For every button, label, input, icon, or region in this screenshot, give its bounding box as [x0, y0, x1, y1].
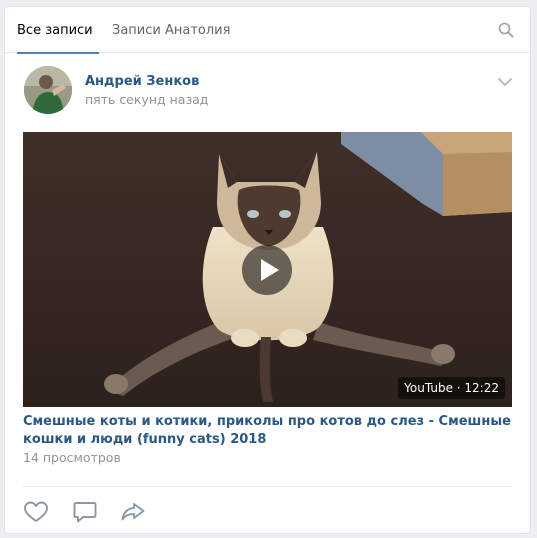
share-arrow-icon[interactable]	[120, 500, 146, 524]
video-title-link[interactable]: Смешные коты и котики, приколы про котов…	[23, 413, 513, 449]
video-views-count: 14 просмотров	[23, 450, 121, 465]
wall-card: Все записи Записи Анатолия Андрей Зенков…	[4, 6, 531, 534]
avatar-image	[24, 66, 72, 114]
tab-owner-posts[interactable]: Записи Анатолия	[112, 7, 230, 53]
tab-all-posts-label: Все записи	[17, 23, 93, 38]
tab-owner-posts-label: Записи Анатолия	[112, 23, 231, 38]
actions-divider	[23, 486, 512, 487]
post-timestamp[interactable]: пять секунд назад	[85, 92, 208, 107]
play-button[interactable]	[242, 245, 292, 295]
search-icon[interactable]	[498, 22, 514, 38]
tab-all-posts[interactable]: Все записи	[17, 7, 99, 54]
video-thumbnail[interactable]: YouTube · 12:22	[23, 132, 512, 407]
video-source-duration-badge: YouTube · 12:22	[398, 377, 505, 399]
heart-icon[interactable]	[23, 500, 49, 524]
author-avatar[interactable]	[24, 66, 72, 114]
play-icon	[261, 259, 279, 281]
wall-tabs: Все записи Записи Анатолия	[5, 7, 530, 54]
chevron-down-icon[interactable]	[498, 77, 512, 87]
post-author-name[interactable]: Андрей Зенков	[85, 74, 199, 89]
comment-icon[interactable]	[72, 500, 98, 524]
